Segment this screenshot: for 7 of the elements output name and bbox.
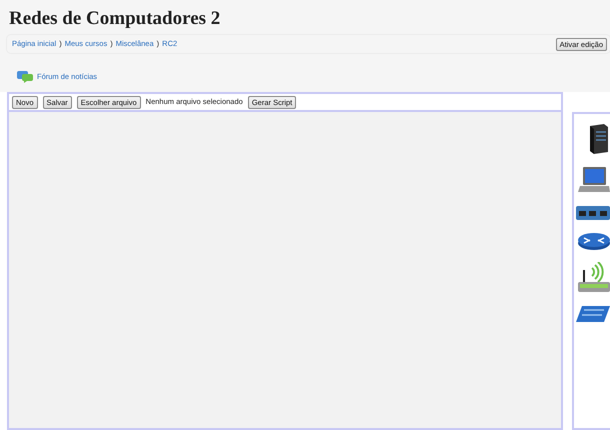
forum-icon — [17, 71, 33, 83]
router-icon[interactable] — [578, 232, 610, 250]
page-title: Redes de Computadores 2 — [9, 8, 222, 30]
laptop-icon[interactable] — [578, 166, 610, 194]
switch-icon[interactable] — [576, 206, 610, 220]
wireless-router-icon[interactable] — [578, 262, 610, 294]
switch-icon[interactable] — [576, 306, 610, 322]
